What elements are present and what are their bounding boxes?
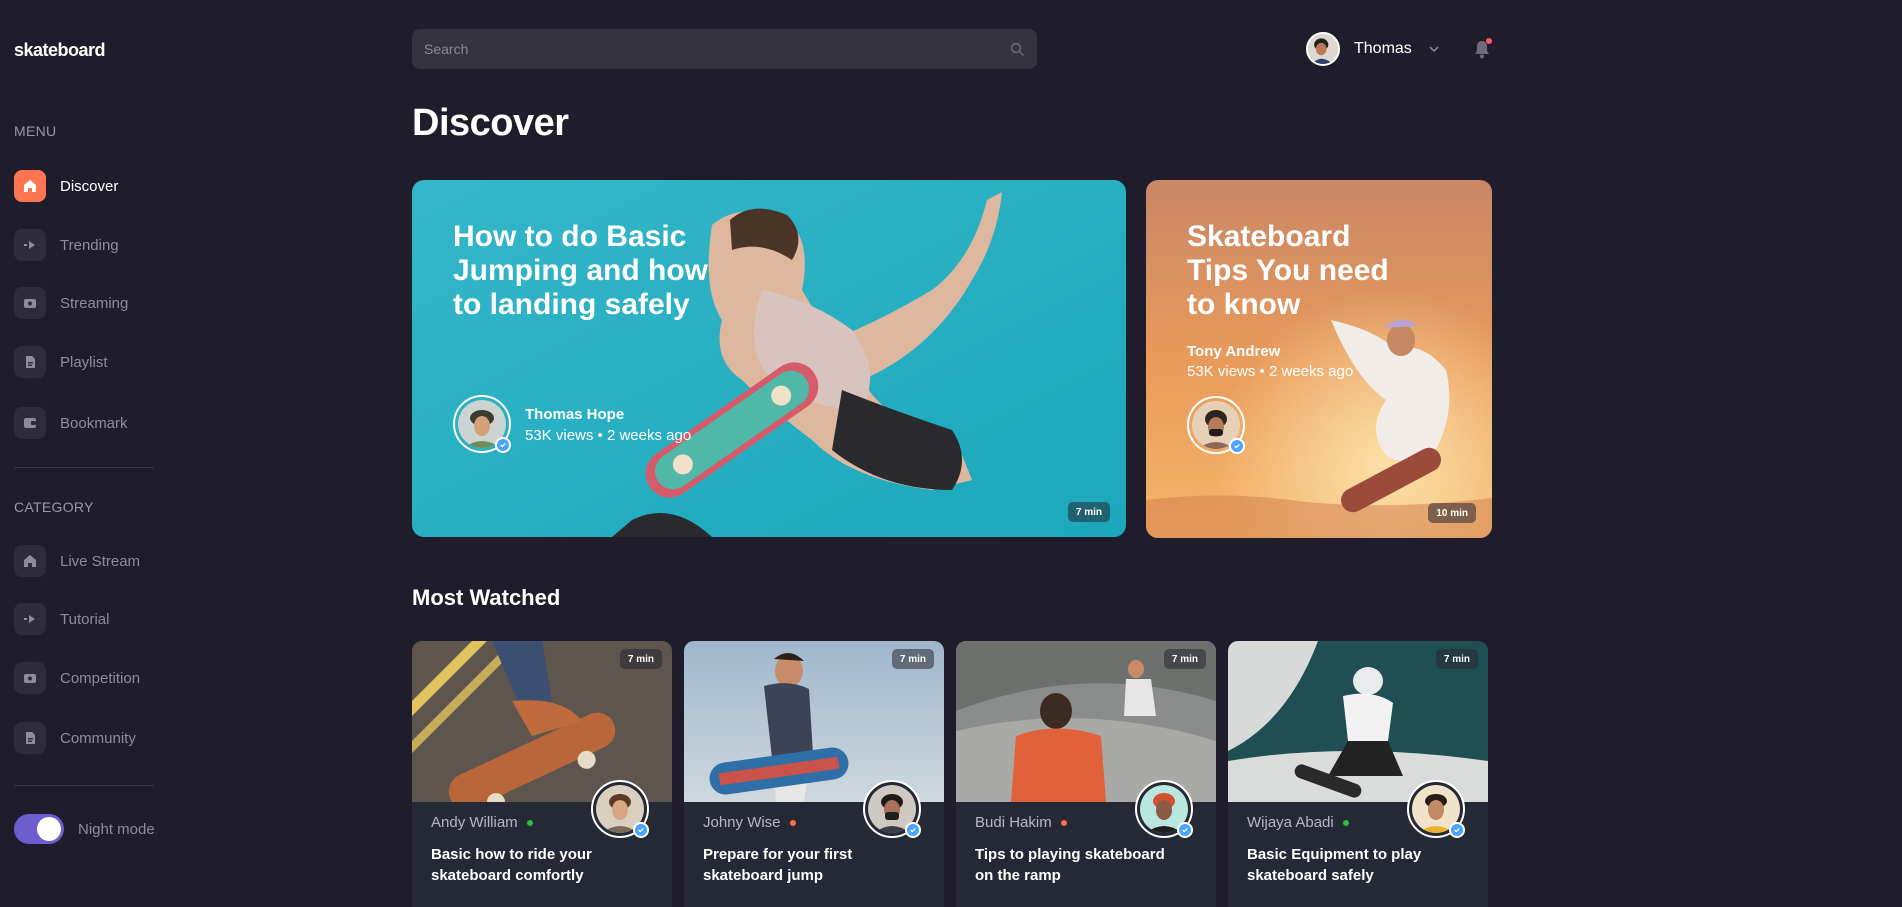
sidebar-item-trending[interactable]: Trending: [14, 229, 119, 261]
verified-badge-icon: [1177, 822, 1193, 838]
arrow-right-icon: [14, 229, 46, 261]
card-title: Basic Equipment to play skateboard safel…: [1247, 846, 1422, 884]
search-input[interactable]: [424, 41, 1009, 57]
sidebar-item-discover[interactable]: Discover: [14, 170, 118, 202]
card-author: Andy William: [431, 814, 533, 831]
card-author-name: Andy William: [431, 814, 518, 831]
sidebar-item-label: Community: [60, 729, 136, 747]
duration-badge: 7 min: [891, 649, 934, 669]
sidebar-divider: [14, 467, 154, 468]
card-title: Prepare for your first skateboard jump: [703, 846, 853, 884]
chevron-down-icon: [1429, 46, 1439, 53]
menu-section-title: MENU: [14, 123, 57, 139]
featured-title: How to do Basic Jumping and how to landi…: [453, 220, 708, 321]
author-avatar: [453, 395, 511, 453]
verified-badge-icon: [633, 822, 649, 838]
sidebar-item-label: Streaming: [60, 294, 129, 312]
category-section-title: CATEGORY: [14, 499, 94, 515]
bookmark-icon: [14, 407, 46, 439]
night-mode-label: Night mode: [78, 820, 155, 838]
verified-badge-icon: [1449, 822, 1465, 838]
card-title: Basic how to ride your skateboard comfor…: [431, 846, 592, 884]
sidebar-item-label: Bookmark: [60, 414, 128, 432]
sidebar-item-label: Live Stream: [60, 552, 141, 570]
card-author-name: Wijaya Abadi: [1247, 814, 1334, 831]
busy-status-dot: [789, 819, 796, 826]
notification-dot: [1486, 38, 1492, 44]
user-name: Thomas: [1354, 40, 1412, 57]
sidebar-item-live-stream[interactable]: Live Stream: [14, 545, 140, 577]
verified-badge-icon: [905, 822, 921, 838]
sidebar-item-streaming[interactable]: Streaming: [14, 287, 128, 319]
sidebar-item-playlist[interactable]: Playlist: [14, 346, 108, 378]
sidebar-divider: [14, 785, 154, 786]
notification-button[interactable]: [1472, 38, 1492, 60]
online-status-dot: [526, 819, 533, 826]
busy-status-dot: [1060, 819, 1067, 826]
sidebar-item-label: Tutorial: [60, 610, 110, 628]
video-icon: [14, 662, 46, 694]
sidebar-item-tutorial[interactable]: Tutorial: [14, 603, 109, 635]
sidebar-item-label: Playlist: [60, 353, 108, 371]
night-mode-toggle[interactable]: [14, 814, 64, 844]
featured-card-2[interactable]: Skateboard Tips You need to know Tony An…: [1146, 180, 1492, 538]
sidebar-item-label: Trending: [60, 236, 119, 254]
card-author-name: Budi Hakim: [975, 814, 1052, 831]
sidebar-item-label: Competition: [60, 669, 141, 687]
sidebar-item-label: Discover: [60, 177, 119, 195]
night-mode-control: Night mode: [14, 814, 155, 844]
page-title: Discover: [412, 102, 569, 144]
sidebar-item-community[interactable]: Community: [14, 722, 136, 754]
author-avatar: [1407, 780, 1465, 838]
video-card[interactable]: 7 min Andy William Basic how to ride you…: [412, 641, 672, 907]
video-card[interactable]: 7 min Budi Hakim Tips to playing skatebo…: [956, 641, 1216, 907]
sidebar-item-bookmark[interactable]: Bookmark: [14, 407, 128, 439]
author-avatar: [1135, 780, 1193, 838]
card-author: Wijaya Abadi: [1247, 814, 1349, 831]
duration-badge: 7 min: [1435, 649, 1478, 669]
document-icon: [14, 722, 46, 754]
duration-badge: 10 min: [1428, 503, 1476, 523]
card-author: Budi Hakim: [975, 814, 1067, 831]
featured-meta: 53K views • 2 weeks ago: [1187, 363, 1354, 380]
video-card[interactable]: 7 min Johny Wise Prepare for your first …: [684, 641, 944, 907]
search-icon[interactable]: [1009, 41, 1025, 57]
featured-card-1[interactable]: How to do Basic Jumping and how to landi…: [412, 180, 1126, 537]
duration-badge: 7 min: [619, 649, 662, 669]
home-icon: [14, 545, 46, 577]
author-avatar: [1187, 396, 1245, 454]
most-watched-heading: Most Watched: [412, 585, 561, 610]
user-menu[interactable]: Thomas: [1306, 32, 1440, 66]
featured-author: Thomas Hope: [525, 406, 625, 423]
featured-title: Skateboard Tips You need to know: [1187, 220, 1389, 321]
sidebar-item-competition[interactable]: Competition: [14, 662, 140, 694]
verified-badge-icon: [495, 437, 511, 453]
duration-badge: 7 min: [1163, 649, 1206, 669]
home-icon: [14, 170, 46, 202]
card-title: Tips to playing skateboard on the ramp: [975, 846, 1165, 884]
document-icon: [14, 346, 46, 378]
sidebar: skateboard MENU Discover Trending Stream…: [0, 0, 170, 907]
author-avatar: [591, 780, 649, 838]
card-author: Johny Wise: [703, 814, 796, 831]
search-bar: [412, 29, 1037, 69]
video-icon: [14, 287, 46, 319]
duration-badge: 7 min: [1067, 502, 1110, 522]
logo[interactable]: skateboard: [14, 40, 106, 61]
online-status-dot: [1342, 819, 1349, 826]
toggle-knob: [37, 817, 61, 841]
featured-author: Tony Andrew: [1187, 343, 1281, 360]
avatar: [1306, 32, 1340, 66]
author-avatar: [863, 780, 921, 838]
video-card[interactable]: 7 min Wijaya Abadi Basic Equipment to pl…: [1228, 641, 1488, 907]
verified-badge-icon: [1229, 438, 1245, 454]
app-root: skateboard MENU Discover Trending Stream…: [0, 0, 1902, 907]
arrow-right-icon: [14, 603, 46, 635]
card-author-name: Johny Wise: [703, 814, 781, 831]
featured-meta: 53K views • 2 weeks ago: [525, 427, 692, 444]
